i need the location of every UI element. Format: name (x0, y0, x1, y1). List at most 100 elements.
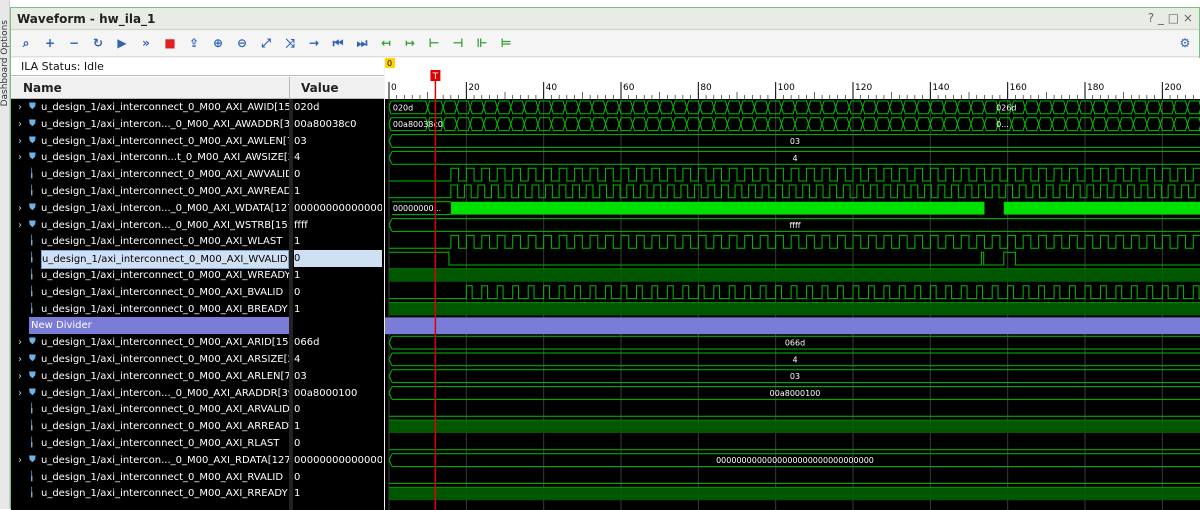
expand-chevron-icon[interactable]: › (18, 149, 26, 166)
signal-row[interactable]: › ⛊ u_design_1/axi_interconnect_0_M00_AXI_… (11, 133, 384, 150)
signal-row[interactable]: ╽ u_design_1/axi_interconnect_0_M00_AXI_B… (11, 284, 384, 301)
signal-row[interactable]: › ⛊ u_design_1/axi_interconnect_0_M00_AXI_… (11, 334, 384, 351)
signal-row[interactable]: › ⛊ u_design_1/axi_intercon..._0_M00_AXI_A… (11, 385, 384, 402)
signal-value: 066d (294, 337, 320, 349)
signal-name: u_design_1/axi_intercon..._0_M00_AXI_AWA… (41, 118, 289, 130)
next-transition-icon[interactable]: ↦ (401, 34, 419, 52)
expand-chevron-icon[interactable]: › (18, 116, 26, 133)
bit-wave (389, 285, 1200, 300)
bus-signal-icon: ⛊ (29, 354, 36, 364)
signal-row[interactable]: › ⛊ u_design_1/axi_interconnect_0_M00_AXI_… (11, 351, 384, 368)
bus-wave (388, 117, 1200, 132)
search-icon[interactable]: ⌕ (17, 34, 35, 52)
stop-icon[interactable]: ■ (161, 34, 179, 52)
run-immediate-icon[interactable]: » (137, 34, 155, 52)
next-marker-icon[interactable]: ⊩ (473, 34, 491, 52)
ruler-tick-label: 100 (778, 83, 795, 93)
signal-name: u_design_1/axi_interconnect_0_M00_AXI_AR… (41, 337, 289, 349)
previous-transition-icon[interactable]: ↤ (377, 34, 395, 52)
signal-row[interactable]: ╽ u_design_1/axi_interconnect_0_M00_AXI_R… (11, 485, 384, 502)
export-icon[interactable]: ⇪ (185, 34, 203, 52)
signal-row[interactable]: › ⛊ u_design_1/axi_interconnect_0_M00_AXI_… (11, 99, 384, 116)
signal-name: u_design_1/axi_interconnect_0_M00_AXI_AW… (41, 186, 289, 197)
bus-value-label: ffff (789, 221, 801, 230)
ruler-tick-label: 0 (391, 83, 397, 93)
signal-value: 1 (294, 236, 301, 248)
ruler-tick-label: 60 (623, 83, 635, 93)
signal-row[interactable]: › ⛊ u_design_1/axi_intercon..._0_M00_AXI_A… (11, 116, 384, 133)
go-to-start-icon[interactable]: ⏮ (329, 34, 347, 52)
bus-dense-block (450, 201, 985, 215)
signal-value: 00a8000100 (294, 387, 358, 399)
signal-row[interactable]: › ⛊ u_design_1/axi_intercon..._0_M00_AXI_R… (11, 452, 384, 469)
window-controls[interactable]: ? _ □ × (1148, 11, 1193, 25)
add-icon[interactable]: + (41, 34, 59, 52)
go-to-end-icon[interactable]: ⏭ (353, 34, 371, 52)
zoom-out-icon[interactable]: ⊖ (233, 34, 251, 52)
signal-value: 0 (294, 169, 301, 181)
expand-chevron-icon[interactable]: › (18, 99, 26, 116)
signal-value: 0 (294, 438, 301, 449)
expand-chevron-icon[interactable]: › (18, 351, 26, 368)
previous-marker-icon[interactable]: ⊣ (449, 34, 467, 52)
signal-row[interactable]: ╽ u_design_1/axi_interconnect_0_M00_AXI_W… (11, 267, 384, 284)
expand-chevron-icon[interactable]: › (18, 133, 26, 150)
signal-row[interactable]: › ⛊ u_design_1/axi_interconn...t_0_M00_AXI… (11, 149, 384, 166)
expand-chevron-icon[interactable]: › (18, 385, 26, 402)
signal-row[interactable]: › ⛊ u_design_1/axi_intercon..._0_M00_AXI_W… (11, 217, 384, 234)
signal-value: 0 (294, 286, 301, 298)
bus-value-label: 4 (792, 355, 797, 364)
signal-row[interactable]: ╽ u_design_1/axi_interconnect_0_M00_AXI_B… (11, 301, 384, 318)
expand-chevron-icon[interactable]: › (18, 200, 26, 217)
add-marker-icon[interactable]: ⊢ (425, 34, 443, 52)
settings-icon[interactable]: ⚙ (1176, 34, 1194, 52)
bus-signal-icon: ⛊ (29, 337, 36, 348)
bus-value-label: 0000000000000000000000000000000 (716, 456, 874, 465)
run-trigger-icon[interactable]: ▶ (113, 34, 131, 52)
name-value-splitter[interactable] (289, 99, 293, 510)
zoom-in-icon[interactable]: ⊕ (209, 34, 227, 52)
bus-signal-icon: ⛊ (29, 152, 36, 163)
bus-signal-icon: ⛊ (29, 454, 36, 465)
signal-row[interactable]: ╽ u_design_1/axi_interconnect_0_M00_AXI_A… (11, 183, 384, 200)
bit-signal-icon: ╽ (29, 253, 35, 264)
signal-row[interactable]: ╽ u_design_1/axi_interconnect_0_M00_AXI_W… (11, 233, 384, 250)
column-separator[interactable] (289, 77, 290, 99)
signal-value: 03 (294, 370, 307, 382)
bit-high-fill (389, 269, 1200, 282)
expand-chevron-icon[interactable]: › (18, 334, 26, 351)
ruler-tick-label: 140 (932, 83, 949, 93)
remove-icon[interactable]: − (65, 34, 83, 52)
signal-row[interactable]: ╽ u_design_1/axi_interconnect_0_M00_AXI_R… (11, 435, 384, 452)
divider-row[interactable]: New Divider (11, 317, 384, 335)
signal-row[interactable]: ╽ u_design_1/axi_interconnect_0_M00_AXI_A… (11, 401, 384, 418)
signal-value: 1 (294, 186, 301, 197)
bit-wave (389, 251, 1200, 266)
signal-row[interactable]: ╽ u_design_1/axi_interconnect_0_M00_AXI_A… (11, 166, 384, 183)
side-panel-label: Dashboard Options (0, 20, 10, 107)
swap-icon[interactable]: ⤨ (281, 34, 299, 52)
signal-row[interactable]: ╽ u_design_1/axi_interconnect_0_M00_AXI_W… (11, 250, 384, 270)
bus-value-label: 03 (790, 372, 800, 381)
signal-row[interactable]: › ⛊ u_design_1/axi_interconnect_0_M00_AXI_… (11, 368, 384, 385)
signal-value: 1 (294, 270, 301, 281)
signal-row[interactable]: ╽ u_design_1/axi_interconnect_0_M00_AXI_R… (11, 469, 384, 486)
expand-chevron-icon[interactable]: › (18, 452, 26, 469)
refresh-icon[interactable]: ↻ (89, 34, 107, 52)
expand-chevron-icon[interactable]: › (18, 368, 26, 385)
go-to-cursor-icon[interactable]: → (305, 34, 323, 52)
name-column-header[interactable]: Name (23, 81, 62, 95)
bus-signal-icon: ⛊ (29, 102, 36, 112)
value-column-header[interactable]: Value (301, 81, 339, 95)
signal-row[interactable]: › ⛊ u_design_1/axi_intercon..._0_M00_AXI_W… (11, 200, 384, 217)
bus-value-label: 03 (790, 137, 800, 146)
waveform-canvas[interactable]: 0 0 20 40 60 80 100 120 140 160 180 200 020d 026d 00a8… (385, 58, 1200, 510)
side-panel-strip[interactable]: Dashboard Options (0, 0, 10, 509)
signal-value: 4 (294, 152, 301, 164)
zoom-fit-icon[interactable]: ⤢ (257, 34, 275, 52)
expand-chevron-icon[interactable]: › (18, 217, 26, 234)
signal-value: 1 (294, 303, 301, 315)
signal-row[interactable]: ╽ u_design_1/axi_interconnect_0_M00_AXI_A… (11, 418, 384, 435)
bus-signal-icon: ⛊ (29, 219, 36, 230)
snap-icon[interactable]: ⊨ (497, 34, 515, 52)
